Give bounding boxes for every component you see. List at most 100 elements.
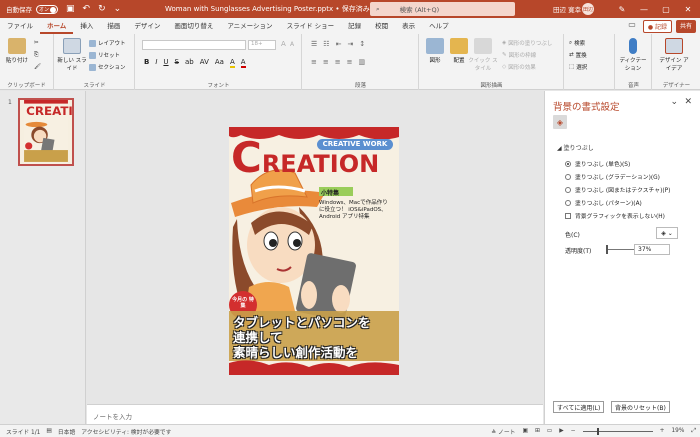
hide-graphics-checkbox[interactable]: 背景グラフィックを表示しない(H)	[565, 211, 665, 220]
zoom-in-icon[interactable]: +	[660, 428, 665, 434]
numbering-icon[interactable]: ☷	[323, 40, 329, 48]
shrink-font-icon[interactable]: A	[290, 41, 294, 48]
zoom-level[interactable]: 19%	[671, 428, 684, 434]
line-spacing-icon[interactable]: ↕	[359, 40, 365, 48]
radio-solid-fill[interactable]: 塗りつぶし (単色)(S)	[565, 159, 630, 168]
slide[interactable]: CREATIVE WORK CREATION 小特集 Windows、Macで作…	[229, 127, 399, 375]
chevron-down-icon[interactable]: ⌄	[670, 97, 678, 107]
columns-icon[interactable]: ▥	[359, 58, 366, 66]
save-icon[interactable]: ▣	[66, 4, 75, 14]
char-spacing-icon[interactable]: AV	[200, 58, 209, 68]
tab-draw[interactable]: 描画	[100, 18, 127, 34]
tab-transitions[interactable]: 画面切り替え	[167, 18, 220, 34]
share-button[interactable]: 共有	[675, 20, 696, 33]
reading-view-icon[interactable]: ▭	[547, 428, 552, 434]
decrease-indent-icon[interactable]: ⇤	[336, 40, 342, 48]
align-left-icon[interactable]: ≡	[311, 58, 317, 66]
replace-button[interactable]: ⇄ 置換	[569, 51, 587, 59]
minimize-icon[interactable]: —	[633, 0, 655, 18]
font-color-icon[interactable]: A	[240, 58, 246, 68]
normal-view-icon[interactable]: ▣	[522, 428, 527, 434]
pen-icon[interactable]: ✎	[611, 0, 633, 18]
color-picker-button[interactable]: ◈ ⌄	[656, 227, 678, 239]
fill-bucket-icon[interactable]: ◈	[553, 115, 567, 129]
close-pane-icon[interactable]: ✕	[684, 97, 692, 107]
apply-all-button[interactable]: すべてに適用(L)	[553, 401, 605, 413]
document-title[interactable]: Woman with Sunglasses Advertising Poster…	[165, 4, 378, 14]
tab-view[interactable]: 表示	[395, 18, 422, 34]
proofing-icon[interactable]: ▤	[46, 428, 51, 434]
accessibility-status[interactable]: アクセシビリティ: 検討が必要です	[81, 427, 171, 436]
italic-icon[interactable]: I	[155, 58, 157, 68]
customize-toolbar-icon[interactable]: ⌄	[114, 4, 122, 14]
shape-effects-button[interactable]: ◇ 図形の効果	[502, 63, 536, 71]
fill-section-header[interactable]: ◢ 塗りつぶし	[557, 143, 594, 152]
zoom-slider[interactable]	[582, 427, 653, 435]
new-slide-button[interactable]: 新しい スライド	[57, 38, 87, 72]
radio-pattern-fill[interactable]: 塗りつぶし (パターン)(A)	[565, 198, 642, 207]
tab-record[interactable]: 記録	[341, 18, 368, 34]
copy-icon[interactable]: ⎘	[34, 52, 38, 59]
highlight-icon[interactable]: A	[229, 58, 235, 68]
paste-button[interactable]: 貼り付け	[2, 38, 32, 64]
avatar[interactable]: 田辺	[582, 3, 594, 15]
font-family-dropdown[interactable]	[142, 40, 246, 50]
strikethrough-icon[interactable]: S	[175, 58, 179, 68]
bold-icon[interactable]: B	[144, 58, 149, 68]
tab-review[interactable]: 校閲	[368, 18, 395, 34]
undo-icon[interactable]: ↶	[83, 4, 91, 14]
slider-knob[interactable]	[606, 245, 608, 254]
quick-styles-button[interactable]: クイック スタイル	[468, 38, 498, 72]
layout-label: レイアウト	[98, 41, 126, 47]
fit-slide-icon[interactable]: ⤢	[691, 428, 696, 435]
transparency-input[interactable]: 37%	[634, 244, 670, 255]
shadow-icon[interactable]: ab	[185, 58, 194, 68]
shape-fill-button[interactable]: ◈ 図形の塗りつぶし	[502, 39, 552, 47]
design-ideas-button[interactable]: デザイン アイデア	[659, 38, 689, 72]
notes-field[interactable]: ノートを入力	[87, 404, 543, 424]
tab-animations[interactable]: アニメーション	[220, 18, 279, 34]
layout-button[interactable]: レイアウト	[89, 39, 126, 47]
tab-file[interactable]: ファイル	[0, 18, 40, 34]
record-button[interactable]: ● 記録	[642, 20, 672, 33]
autosave-toggle[interactable]: オン	[36, 4, 58, 14]
search-input[interactable]: ⌕ 検索 (Alt+Q)	[370, 2, 515, 16]
redo-icon[interactable]: ↻	[98, 4, 106, 14]
tab-slideshow[interactable]: スライド ショー	[280, 18, 342, 34]
increase-indent-icon[interactable]: ⇥	[347, 40, 353, 48]
font-size-dropdown[interactable]: 18+	[248, 40, 276, 50]
radio-picture-fill[interactable]: 塗りつぶし (図またはテクスチャ)(P)	[565, 185, 670, 194]
underline-icon[interactable]: U	[163, 58, 168, 68]
notes-toggle[interactable]: ≙ ノート	[491, 427, 515, 436]
comment-icon[interactable]: ▭	[625, 20, 639, 33]
bullets-icon[interactable]: ☰	[311, 40, 317, 48]
radio-gradient-fill[interactable]: 塗りつぶし (グラデーション)(G)	[565, 172, 660, 181]
find-button[interactable]: ⌕ 検索	[569, 39, 585, 48]
slide-sorter-icon[interactable]: ⊞	[535, 428, 540, 434]
transparency-slider[interactable]	[606, 245, 636, 254]
shape-outline-button[interactable]: ✎ 図形の枠線	[502, 51, 536, 59]
dictate-button[interactable]: ディクテーション	[618, 38, 648, 72]
reset-button[interactable]: リセット	[89, 51, 120, 59]
grow-font-icon[interactable]: A	[281, 40, 286, 48]
format-painter-icon[interactable]: 🖌	[34, 64, 41, 70]
align-center-icon[interactable]: ≡	[323, 58, 329, 66]
section-button[interactable]: セクション	[89, 63, 126, 71]
user-name[interactable]: 田辺 寛幸	[553, 4, 581, 14]
tab-home[interactable]: ホーム	[40, 18, 74, 34]
tab-help[interactable]: ヘルプ	[422, 18, 456, 34]
align-right-icon[interactable]: ≡	[335, 58, 341, 66]
reset-background-button[interactable]: 背景のリセット(B)	[611, 401, 670, 413]
slideshow-icon[interactable]: ▶	[559, 428, 563, 434]
justify-icon[interactable]: ≡	[347, 58, 353, 66]
zoom-out-icon[interactable]: −	[571, 428, 576, 434]
tab-insert[interactable]: 挿入	[73, 18, 100, 34]
maximize-icon[interactable]: ▢	[655, 0, 677, 18]
change-case-icon[interactable]: Aa	[215, 58, 224, 68]
tab-design[interactable]: デザイン	[127, 18, 167, 34]
close-icon[interactable]: ✕	[677, 0, 699, 18]
language-indicator[interactable]: 日本語	[58, 427, 75, 436]
slide-thumbnail[interactable]: CREATION	[18, 98, 74, 166]
select-button[interactable]: ⬚ 選択	[569, 63, 587, 71]
cut-icon[interactable]: ✂	[34, 40, 39, 46]
